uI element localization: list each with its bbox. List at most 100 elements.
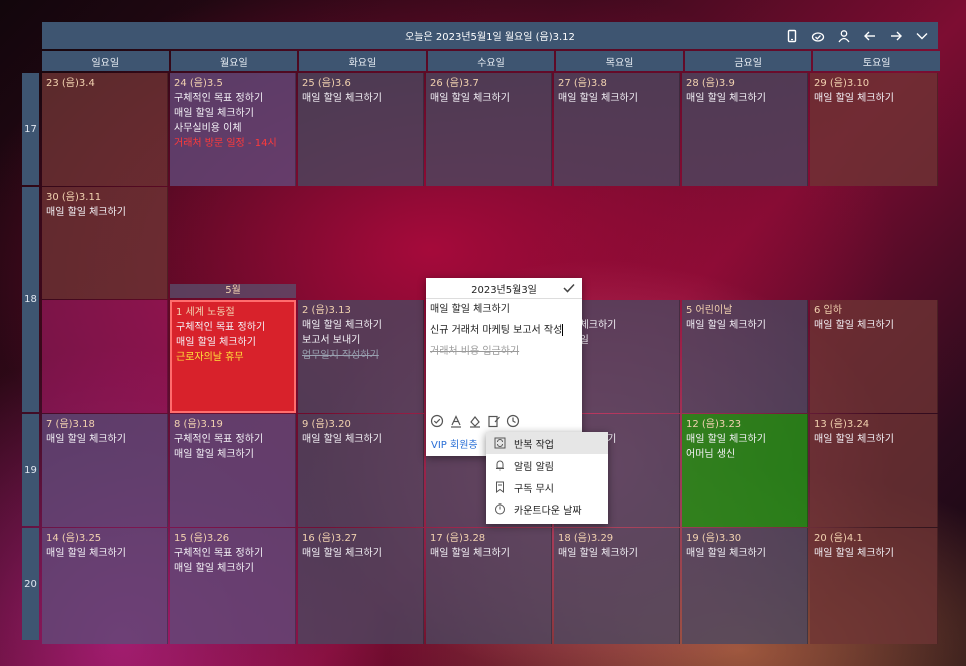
- day-cell[interactable]: 19 (음)3.30 매일 할일 체크하기: [682, 528, 808, 644]
- day-date: 24 (음)3.5: [174, 78, 223, 89]
- day-date: 28 (음)3.9: [686, 78, 735, 89]
- menu-item-countdown[interactable]: 카운트다운 날짜: [486, 498, 608, 520]
- day-date: 2 (음)3.13: [302, 305, 351, 316]
- day-cell[interactable]: 23 (음)3.4: [42, 73, 168, 186]
- week-number: 20: [22, 528, 39, 640]
- check-icon[interactable]: [562, 281, 576, 295]
- event-item[interactable]: 거래처 방문 일정 - 14시: [174, 136, 291, 151]
- event-item[interactable]: 매일 할일 체크하기: [46, 205, 163, 220]
- day-cell-today[interactable]: 1 세계 노동절 구체적인 목표 정하기 매일 할일 체크하기 근로자의날 휴무: [170, 300, 296, 413]
- event-item[interactable]: 매일 할일 체크하기: [814, 91, 933, 106]
- day-cell[interactable]: 16 (음)3.27 매일 할일 체크하기: [298, 528, 424, 644]
- day-cell[interactable]: 2 (음)3.13 매일 할일 체크하기 보고서 보내기 업무일지 작성하기: [298, 300, 424, 413]
- event-item[interactable]: 구체적인 목표 정하기: [174, 432, 291, 447]
- week-number: 18: [22, 187, 39, 412]
- day-date: 13 (음)3.24: [814, 419, 870, 430]
- day-date: 1 세계 노동절: [176, 307, 235, 318]
- check-circle-icon[interactable]: [430, 414, 444, 431]
- arrow-left-icon[interactable]: [862, 28, 878, 44]
- event-item[interactable]: 매일 할일 체크하기: [302, 546, 419, 561]
- event-item[interactable]: 매일 할일 체크하기: [686, 432, 803, 447]
- event-item[interactable]: 매일 할일 체크하기: [430, 546, 547, 561]
- weekday-sunday: 일요일: [42, 51, 169, 71]
- event-item-done[interactable]: 업무일지 작성하기: [302, 348, 419, 363]
- event-item[interactable]: 매일 할일 체크하기: [558, 91, 675, 106]
- day-cell[interactable]: 25 (음)3.6 매일 할일 체크하기: [298, 73, 424, 186]
- day-cell[interactable]: 17 (음)3.28 매일 할일 체크하기: [426, 528, 552, 644]
- cloud-check-icon[interactable]: [810, 28, 826, 44]
- text-color-icon[interactable]: [449, 414, 463, 431]
- day-cell[interactable]: 24 (음)3.5 구체적인 목표 정하기 매일 할일 체크하기 사무실비용 이…: [170, 73, 296, 186]
- menu-item-label: 카운트다운 날짜: [514, 505, 582, 517]
- event-item[interactable]: 사무실비용 이체: [174, 121, 291, 136]
- event-item[interactable]: 매일 할일 체크하기: [302, 318, 419, 333]
- day-cell[interactable]: 14 (음)3.25 매일 할일 체크하기: [42, 528, 168, 644]
- vip-link[interactable]: VIP 회원층: [431, 436, 478, 451]
- event-item[interactable]: 매일 할일 체크하기: [174, 561, 291, 576]
- context-menu: 반복 작업 알림 알림 구독 무시 카운트다운 날짜: [486, 432, 608, 524]
- menu-item-alarm[interactable]: 알림 알림: [486, 454, 608, 476]
- event-item[interactable]: 매일 할일 체크하기: [174, 106, 291, 121]
- menu-item-repeat-task[interactable]: 반복 작업: [486, 432, 608, 454]
- day-cell[interactable]: 30 (음)3.11 매일 할일 체크하기: [42, 187, 168, 299]
- day-cell[interactable]: 6 입하 매일 할일 체크하기: [810, 300, 938, 413]
- day-cell[interactable]: [42, 300, 168, 413]
- day-cell[interactable]: 9 (음)3.20 매일 할일 체크하기: [298, 414, 424, 527]
- event-item[interactable]: 매일 할일 체크하기: [558, 546, 675, 561]
- calendar-header: 오늘은 2023년5월1일 월요일 (음)3.12: [42, 22, 938, 49]
- day-cell[interactable]: 5 어린이날 매일 할일 체크하기: [682, 300, 808, 413]
- day-cell[interactable]: 8 (음)3.19 구체적인 목표 정하기 매일 할일 체크하기: [170, 414, 296, 527]
- timer-icon: [495, 503, 505, 515]
- popup-task[interactable]: 매일 할일 체크하기: [426, 299, 582, 320]
- menu-item-label: 알림 알림: [514, 461, 554, 473]
- chevron-down-icon[interactable]: [914, 28, 930, 44]
- event-item[interactable]: 매일 할일 체크하기: [302, 432, 419, 447]
- popup-task-done[interactable]: 거래처 비용 입금하기: [426, 341, 582, 362]
- day-date: 16 (음)3.27: [302, 533, 358, 544]
- day-cell[interactable]: 12 (음)3.23 매일 할일 체크하기 어머님 생신: [682, 414, 808, 527]
- day-cell[interactable]: 15 (음)3.26 구체적인 목표 정하기 매일 할일 체크하기: [170, 528, 296, 644]
- event-item[interactable]: 매일 할일 체크하기: [814, 432, 933, 447]
- day-date: 25 (음)3.6: [302, 78, 351, 89]
- event-item[interactable]: 구체적인 목표 정하기: [176, 320, 290, 335]
- day-cell[interactable]: 27 (음)3.8 매일 할일 체크하기: [554, 73, 680, 186]
- user-icon[interactable]: [836, 28, 852, 44]
- day-cell[interactable]: 28 (음)3.9 매일 할일 체크하기: [682, 73, 808, 186]
- event-item[interactable]: 매일 할일 체크하기: [46, 432, 163, 447]
- event-item[interactable]: 매일 할일 체크하기: [686, 546, 803, 561]
- event-item[interactable]: 매일 할일 체크하기: [686, 318, 803, 333]
- day-cell[interactable]: 18 (음)3.29 매일 할일 체크하기: [554, 528, 680, 644]
- clock-icon[interactable]: [506, 414, 520, 431]
- weekday-thursday: 목요일: [556, 51, 683, 71]
- menu-item-ignore-subscription[interactable]: 구독 무시: [486, 476, 608, 498]
- fill-color-icon[interactable]: [468, 414, 482, 431]
- popup-date: 2023년5월3일: [471, 284, 537, 296]
- weekday-wednesday: 수요일: [427, 51, 555, 71]
- day-cell[interactable]: 13 (음)3.24 매일 할일 체크하기: [810, 414, 938, 527]
- phone-icon[interactable]: [784, 28, 800, 44]
- day-cell[interactable]: 7 (음)3.18 매일 할일 체크하기: [42, 414, 168, 527]
- day-cell[interactable]: 29 (음)3.10 매일 할일 체크하기: [810, 73, 938, 186]
- event-item[interactable]: 매일 할일 체크하기: [46, 546, 163, 561]
- event-item[interactable]: 매일 할일 체크하기: [302, 91, 419, 106]
- event-item[interactable]: 어머님 생신: [686, 447, 803, 462]
- popup-tools: [430, 414, 520, 431]
- event-item[interactable]: 매일 할일 체크하기: [176, 335, 290, 350]
- event-item[interactable]: 매일 할일 체크하기: [814, 546, 933, 561]
- day-cell[interactable]: 26 (음)3.7 매일 할일 체크하기: [426, 73, 552, 186]
- event-item[interactable]: 매일 할일 체크하기: [814, 318, 933, 333]
- event-item[interactable]: 매일 할일 체크하기: [174, 447, 291, 462]
- arrow-right-icon[interactable]: [888, 28, 904, 44]
- event-item[interactable]: 구체적인 목표 정하기: [174, 91, 291, 106]
- day-cell[interactable]: 20 (음)4.1 매일 할일 체크하기: [810, 528, 938, 644]
- popup-task-editing[interactable]: 신규 거래처 마케팅 보고서 작성: [426, 320, 582, 341]
- day-date: 7 (음)3.18: [46, 419, 95, 430]
- day-date: 6 입하: [814, 305, 842, 316]
- event-item[interactable]: 매일 할일 체크하기: [430, 91, 547, 106]
- event-item[interactable]: 구체적인 목표 정하기: [174, 546, 291, 561]
- event-item[interactable]: 근로자의날 휴무: [176, 350, 290, 365]
- event-item[interactable]: 매일 할일 체크하기: [686, 91, 803, 106]
- memo-edit-icon[interactable]: [487, 414, 501, 431]
- popup-task-text[interactable]: 신규 거래처 마케팅 보고서 작성: [430, 325, 562, 336]
- event-item[interactable]: 보고서 보내기: [302, 333, 419, 348]
